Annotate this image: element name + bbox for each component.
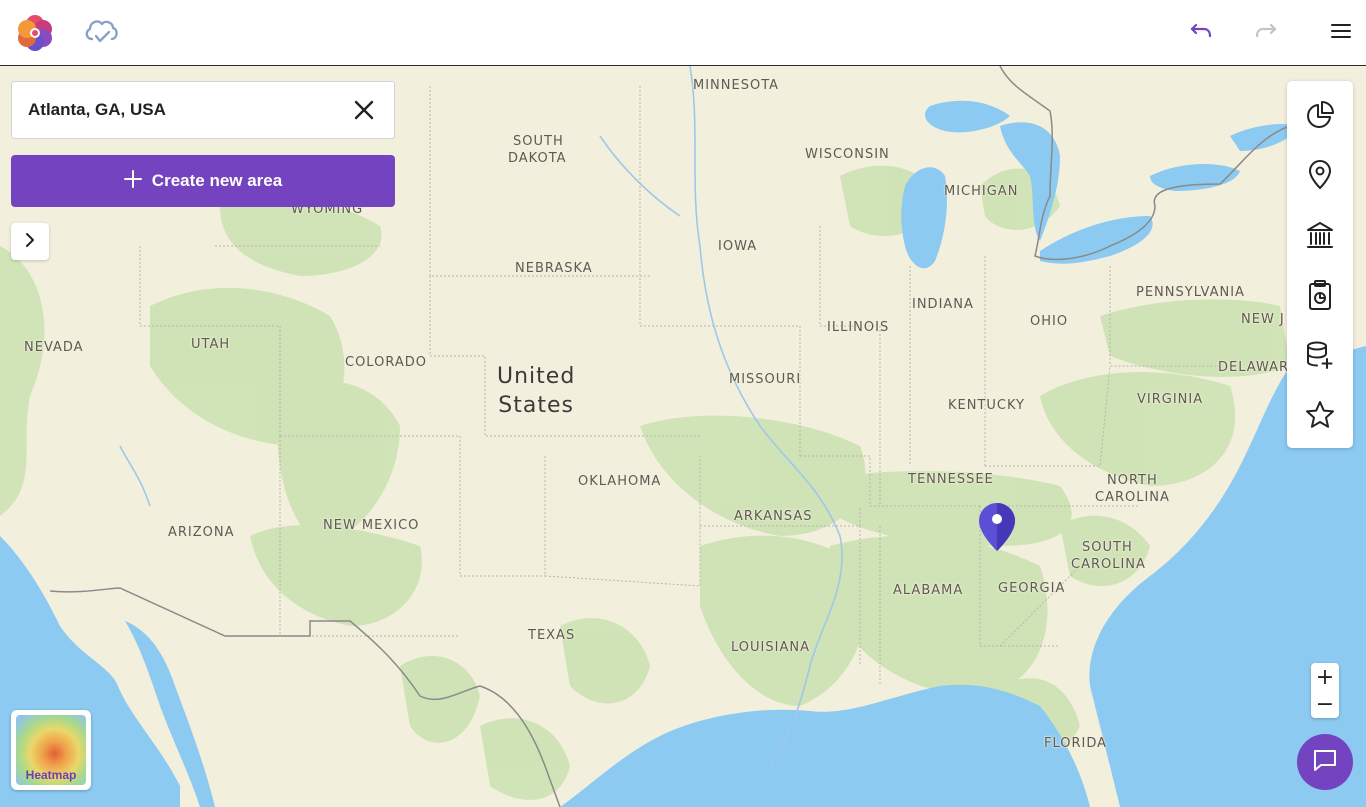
clear-search-icon[interactable] xyxy=(354,100,374,120)
label-south-carolina-line1: SOUTH xyxy=(1082,540,1133,555)
undo-icon[interactable] xyxy=(1186,18,1216,44)
label-pennsylvania: PENNSYLVANIA xyxy=(1136,285,1245,300)
clipboard-chart-icon[interactable] xyxy=(1287,265,1353,325)
label-north-carolina-line1: NORTH xyxy=(1107,473,1158,488)
label-tennessee: TENNESSEE xyxy=(908,472,994,487)
label-wisconsin: WISCONSIN xyxy=(805,147,890,162)
label-new-mexico: NEW MEXICO xyxy=(323,518,420,533)
country-label-line1: United xyxy=(497,364,576,389)
label-indiana: INDIANA xyxy=(912,297,974,312)
label-nevada: NEVADA xyxy=(24,340,84,355)
menu-icon[interactable] xyxy=(1327,18,1355,44)
create-new-area-label: Create new area xyxy=(151,171,283,190)
label-texas: TEXAS xyxy=(528,628,576,643)
location-search-input[interactable] xyxy=(12,81,350,139)
expand-panel-button[interactable] xyxy=(11,223,49,260)
label-south-dakota-line2: DAKOTA xyxy=(508,151,567,166)
label-michigan: MICHIGAN xyxy=(944,184,1019,199)
location-marker-icon[interactable] xyxy=(978,502,1016,556)
label-florida: FLORIDA xyxy=(1044,736,1108,751)
right-toolbar xyxy=(1287,81,1353,448)
zoom-in-button[interactable]: + xyxy=(1311,664,1339,691)
label-ohio: OHIO xyxy=(1030,314,1069,329)
zoom-in-label: + xyxy=(1315,664,1335,690)
bank-icon[interactable] xyxy=(1287,205,1353,265)
label-utah: UTAH xyxy=(191,337,231,352)
heatmap-toggle[interactable]: Heatmap xyxy=(11,710,91,790)
chat-button[interactable] xyxy=(1297,734,1353,790)
label-arizona: ARIZONA xyxy=(168,525,235,540)
country-label: United States xyxy=(497,362,575,420)
database-add-icon[interactable] xyxy=(1287,325,1353,385)
redo-icon[interactable] xyxy=(1251,18,1281,44)
label-south-dakota-line1: SOUTH xyxy=(513,134,564,149)
pie-chart-icon[interactable] xyxy=(1287,85,1353,145)
chevron-right-icon xyxy=(24,232,36,252)
label-louisiana: LOUISIANA xyxy=(731,640,810,655)
label-south-carolina-line2: CAROLINA xyxy=(1071,557,1146,572)
label-oklahoma: OKLAHOMA xyxy=(578,474,662,489)
heatmap-label: Heatmap xyxy=(25,768,77,782)
star-icon[interactable] xyxy=(1287,385,1353,445)
label-north-carolina-line2: CAROLINA xyxy=(1095,490,1170,505)
create-new-area-button[interactable]: Create new area xyxy=(11,155,395,207)
label-georgia: GEORGIA xyxy=(998,581,1066,596)
label-virginia: VIRGINIA xyxy=(1137,392,1204,407)
label-colorado: COLORADO xyxy=(345,355,427,370)
label-missouri: MISSOURI xyxy=(729,372,802,387)
zoom-out-button[interactable]: − xyxy=(1311,691,1339,718)
cloud-check-icon[interactable] xyxy=(82,16,120,46)
label-nebraska: NEBRASKA xyxy=(515,261,593,276)
zoom-controls: + − xyxy=(1311,663,1339,718)
zoom-out-label: − xyxy=(1315,691,1335,717)
location-pin-icon[interactable] xyxy=(1287,145,1353,205)
label-new-jersey: NEW J xyxy=(1241,312,1285,327)
label-arkansas: ARKANSAS xyxy=(734,509,813,524)
label-alabama: ALABAMA xyxy=(893,583,964,598)
location-search-box xyxy=(11,81,395,139)
label-minnesota: MINNESOTA xyxy=(693,78,780,93)
label-iowa: IOWA xyxy=(718,239,758,254)
top-bar xyxy=(0,0,1366,66)
country-label-line2: States xyxy=(498,393,574,418)
label-kentucky: KENTUCKY xyxy=(948,398,1025,413)
label-delaware: DELAWAR xyxy=(1218,360,1290,375)
chat-bubble-icon xyxy=(1312,747,1338,777)
plus-icon xyxy=(123,170,142,192)
flower-logo-icon[interactable] xyxy=(16,14,54,52)
label-illinois: ILLINOIS xyxy=(827,320,890,335)
